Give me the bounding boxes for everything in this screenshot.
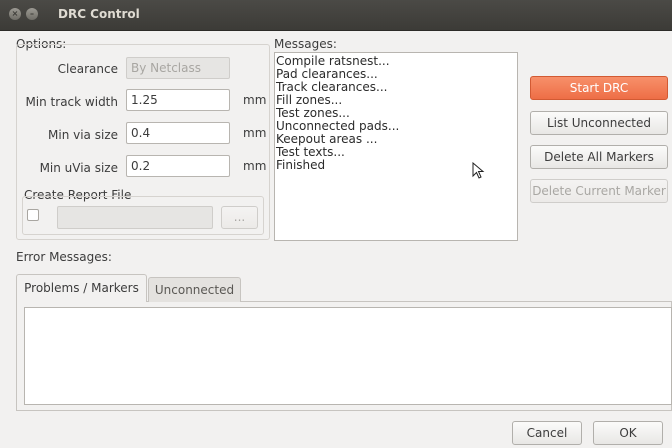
ok-button[interactable]: OK (593, 421, 663, 445)
messages-label: Messages: (274, 37, 337, 51)
min-via-size-label: Min via size (48, 128, 118, 142)
min-uvia-size-label: Min uVia size (39, 161, 118, 175)
minimize-icon: – (30, 9, 34, 18)
title-bar: × – DRC Control (0, 0, 672, 31)
min-track-width-unit: mm (243, 93, 267, 107)
messages-list: Compile ratsnest... Pad clearances... Tr… (274, 52, 518, 241)
delete-current-marker-button: Delete Current Marker (530, 179, 668, 203)
min-track-width-field[interactable]: 1.25 (126, 89, 230, 111)
error-list (24, 307, 672, 405)
min-track-width-label: Min track width (25, 95, 118, 109)
min-via-size-unit: mm (243, 126, 267, 140)
start-drc-button[interactable]: Start DRC (530, 76, 668, 100)
clearance-field: By Netclass (126, 57, 230, 79)
window-title: DRC Control (58, 7, 140, 21)
close-icon: × (11, 9, 19, 18)
clearance-label: Clearance (57, 62, 118, 76)
list-unconnected-button[interactable]: List Unconnected (530, 111, 668, 135)
minimize-window-button[interactable]: – (26, 8, 38, 20)
delete-all-markers-button[interactable]: Delete All Markers (530, 145, 668, 169)
min-uvia-size-field[interactable]: 0.2 (126, 155, 230, 177)
min-uvia-size-unit: mm (243, 159, 267, 173)
tab-problems-markers[interactable]: Problems / Markers (16, 274, 147, 302)
browse-report-button: ... (221, 206, 258, 229)
min-via-size-field[interactable]: 0.4 (126, 122, 230, 144)
error-messages-label: Error Messages: (16, 250, 112, 264)
close-window-button[interactable]: × (9, 8, 21, 20)
create-report-checkbox[interactable] (27, 209, 39, 221)
mouse-cursor-icon (472, 162, 485, 179)
tab-unconnected[interactable]: Unconnected (148, 277, 241, 302)
report-file-field (57, 206, 213, 229)
cancel-button[interactable]: Cancel (512, 421, 582, 445)
